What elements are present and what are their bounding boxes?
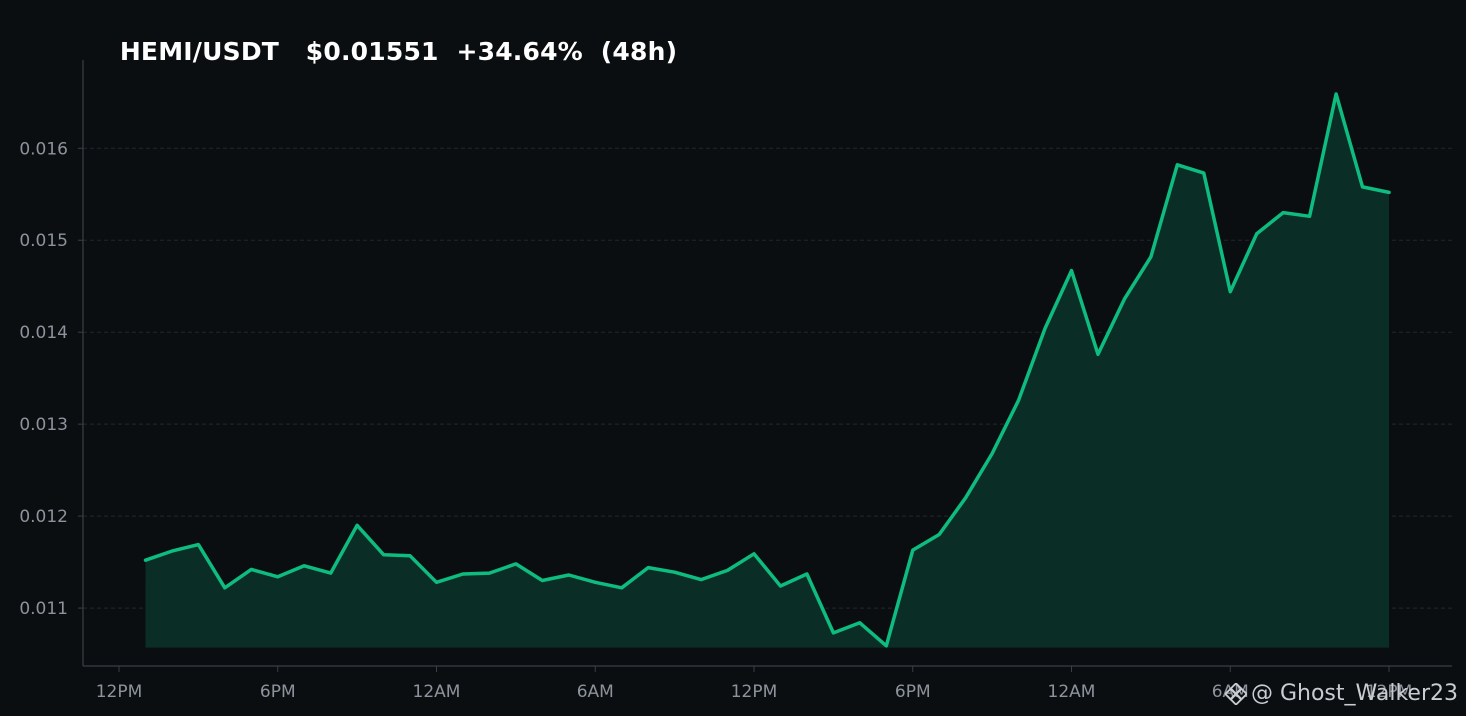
data-point: [1149, 255, 1152, 258]
y-tick-label-2: 0.013: [19, 415, 68, 435]
data-point: [541, 579, 544, 582]
time-period: (48h): [600, 37, 678, 66]
data-point: [461, 573, 464, 576]
data-point: [514, 562, 517, 565]
watermark-text: @ Ghost_Walker23: [1250, 681, 1458, 706]
price-area: [145, 94, 1389, 648]
y-tick-label-0: 0.011: [19, 599, 68, 619]
data-point: [382, 553, 385, 556]
data-point: [1202, 172, 1205, 175]
price-chart: 0.011 0.012 0.013 0.014 0.015 0.016 12PM 6PM 12…: [19, 60, 1452, 702]
data-point: [673, 571, 676, 574]
data-point: [1308, 215, 1311, 218]
data-point: [1123, 298, 1126, 301]
y-axis-ticks: 0.011 0.012 0.013 0.014 0.015 0.016: [19, 139, 83, 619]
binance-logo-icon: [1224, 682, 1247, 705]
data-point: [1388, 191, 1391, 194]
watermark: @ Ghost_Walker23: [1224, 681, 1458, 706]
data-point: [991, 452, 994, 455]
data-point: [1282, 211, 1285, 214]
data-point: [488, 572, 491, 575]
x-tick-label-6: 12AM: [1048, 682, 1096, 702]
y-tick-label-5: 0.016: [19, 139, 68, 159]
data-point: [1070, 269, 1073, 272]
x-tick-label-3: 6AM: [577, 682, 614, 702]
data-point: [620, 586, 623, 589]
data-point: [858, 621, 861, 624]
y-tick-label-3: 0.014: [19, 323, 68, 343]
y-tick-label-4: 0.015: [19, 231, 68, 251]
data-point: [170, 550, 173, 553]
data-point: [144, 559, 147, 562]
x-tick-label-2: 12AM: [413, 682, 461, 702]
data-point: [647, 566, 650, 569]
pair-name: HEMI/USDT: [119, 37, 280, 66]
data-point: [1176, 163, 1179, 166]
data-point: [1229, 290, 1232, 293]
data-point: [250, 568, 253, 571]
series-area-0: [145, 94, 1389, 648]
x-tick-label-0: 12PM: [96, 682, 143, 702]
data-point: [1335, 93, 1338, 96]
chart-title: HEMI/USDT $0.01551 +34.64% (48h): [102, 8, 677, 66]
data-point: [197, 543, 200, 546]
data-point: [726, 569, 729, 572]
data-point: [276, 575, 279, 578]
data-point: [567, 573, 570, 576]
data-point: [805, 573, 808, 576]
data-point: [1044, 327, 1047, 330]
data-point: [911, 549, 914, 552]
x-tick-label-4: 12PM: [731, 682, 778, 702]
data-point: [1017, 399, 1020, 402]
data-point: [303, 564, 306, 567]
price-change: +34.64%: [456, 37, 583, 66]
data-point: [964, 496, 967, 499]
data-point: [1096, 353, 1099, 356]
data-point: [356, 524, 359, 527]
data-point: [753, 552, 756, 555]
data-point: [1255, 232, 1258, 235]
x-tick-label-5: 6PM: [895, 682, 931, 702]
y-tick-label-1: 0.012: [19, 507, 68, 527]
data-point: [700, 578, 703, 581]
data-point: [1361, 185, 1364, 188]
x-tick-label-1: 6PM: [260, 682, 296, 702]
x-axis-ticks: 12PM 6PM 12AM 6AM 12PM 6PM 12AM 6AM 12PM: [96, 666, 1412, 702]
data-point: [885, 644, 888, 647]
data-point: [223, 586, 226, 589]
data-point: [594, 581, 597, 584]
data-point: [779, 584, 782, 587]
current-price: $0.01551: [305, 37, 439, 66]
data-point: [409, 554, 412, 557]
data-point: [435, 581, 438, 584]
data-point: [938, 533, 941, 536]
data-point: [329, 572, 332, 575]
data-point: [832, 631, 835, 634]
